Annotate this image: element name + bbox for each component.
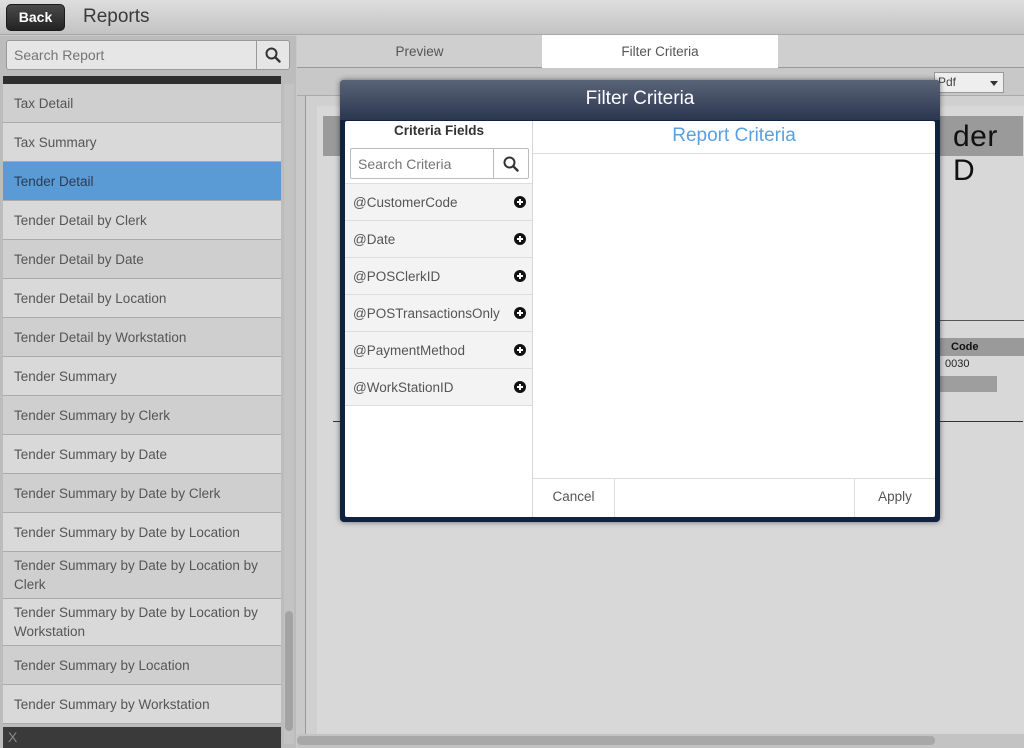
report-list: Tax Detail Tax Summary Tender Detail Tender… <box>3 76 281 728</box>
dialog-body: Criteria Fields @CustomerCode @Date @POSCl… <box>345 121 935 517</box>
report-list-item[interactable]: Tender Summary by Date by Location by Cl… <box>3 552 281 599</box>
report-criteria-heading: Report Criteria <box>533 121 935 154</box>
criteria-field-list: @CustomerCode @Date @POSClerkID @POSTransac… <box>345 183 532 406</box>
document-cell-value: 0030 <box>945 358 970 370</box>
report-list-item[interactable]: Tender Summary by Date by Location <box>3 513 281 552</box>
criteria-field-item[interactable]: @WorkStationID <box>345 369 532 406</box>
criteria-fields-heading: Criteria Fields <box>393 123 485 138</box>
tab-preview[interactable]: Preview <box>297 35 542 68</box>
search-icon <box>265 47 281 63</box>
document-divider <box>937 320 1024 321</box>
list-top-edge <box>3 76 281 84</box>
cancel-button[interactable]: Cancel <box>533 479 615 517</box>
criteria-field-item[interactable]: @PaymentMethod <box>345 332 532 369</box>
add-circle-icon[interactable] <box>514 196 526 208</box>
list-footer[interactable]: X <box>3 727 281 748</box>
criteria-search <box>350 148 529 179</box>
report-list-item[interactable]: Tender Summary by Clerk <box>3 396 281 435</box>
report-search-button[interactable] <box>256 41 289 69</box>
criteria-field-item[interactable]: @Date <box>345 221 532 258</box>
chevron-down-icon <box>990 81 998 86</box>
report-list-item[interactable]: Tender Detail by Clerk <box>3 201 281 240</box>
export-format-select[interactable]: Pdf <box>934 72 1004 93</box>
criteria-field-label: @POSClerkID <box>353 268 441 284</box>
criteria-search-button[interactable] <box>493 149 528 178</box>
criteria-field-label: @POSTransactionsOnly <box>353 305 500 321</box>
sidebar-scrollbar[interactable] <box>284 84 294 744</box>
report-list-item[interactable]: Tender Detail by Location <box>3 279 281 318</box>
top-bar: Back Reports <box>0 0 1024 35</box>
report-search-input[interactable] <box>7 41 257 69</box>
criteria-field-label: @PaymentMethod <box>353 342 466 358</box>
criteria-field-label: @WorkStationID <box>353 379 454 395</box>
report-list-item[interactable]: Tender Summary by Location <box>3 646 281 685</box>
document-total-bar <box>939 376 997 392</box>
report-list-item[interactable]: Tax Detail <box>3 84 281 123</box>
report-list-item[interactable]: Tender Summary by Date by Location by Wo… <box>3 599 281 646</box>
export-format-value: Pdf <box>938 75 957 89</box>
report-list-item[interactable]: Tender Summary <box>3 357 281 396</box>
criteria-field-item[interactable]: @POSTransactionsOnly <box>345 295 532 332</box>
criteria-search-input[interactable] <box>351 149 495 178</box>
criteria-field-label: @CustomerCode <box>353 194 458 210</box>
document-title: der D <box>953 120 998 187</box>
criteria-field-label: @Date <box>353 231 396 247</box>
search-icon <box>503 156 519 172</box>
tab-filter-criteria[interactable]: Filter Criteria <box>542 35 778 68</box>
report-list-item[interactable]: Tender Detail by Date <box>3 240 281 279</box>
add-circle-icon[interactable] <box>514 233 526 245</box>
page-title: Reports <box>83 6 150 27</box>
criteria-field-item[interactable]: @CustomerCode <box>345 184 532 221</box>
add-circle-icon[interactable] <box>514 270 526 282</box>
document-scrollbar-thumb[interactable] <box>297 736 935 745</box>
report-list-item[interactable]: Tender Summary by Date by Clerk <box>3 474 281 513</box>
report-list-item[interactable]: Tax Summary <box>3 123 281 162</box>
criteria-field-item[interactable]: @POSClerkID <box>345 258 532 295</box>
filter-criteria-dialog: Filter Criteria Criteria Fields @Custome… <box>340 80 940 522</box>
criteria-fields-panel: Criteria Fields @CustomerCode @Date @POSCl… <box>345 121 533 517</box>
report-tabs: Preview Filter Criteria <box>297 35 1024 68</box>
document-column-header: Code <box>937 338 1024 356</box>
report-list-item[interactable]: Tender Detail <box>3 162 281 201</box>
document-horizontal-scrollbar[interactable] <box>297 734 1024 748</box>
sidebar: Tax DetailTax SummaryTender DetailTender… <box>0 36 296 748</box>
add-circle-icon[interactable] <box>514 381 526 393</box>
report-criteria-panel: Report Criteria Cancel Apply <box>533 121 935 517</box>
apply-button[interactable]: Apply <box>854 479 935 517</box>
add-circle-icon[interactable] <box>514 307 526 319</box>
report-search <box>6 40 290 70</box>
dialog-title: Filter Criteria <box>340 80 940 120</box>
sidebar-scrollbar-thumb[interactable] <box>285 611 293 731</box>
back-button[interactable]: Back <box>6 4 65 31</box>
report-list-item[interactable]: Tender Summary by Date <box>3 435 281 474</box>
report-list-item[interactable]: Tender Summary by Workstation <box>3 685 281 724</box>
add-circle-icon[interactable] <box>514 344 526 356</box>
dialog-footer: Cancel Apply <box>533 478 935 517</box>
report-list-item[interactable]: Tender Detail by Workstation <box>3 318 281 357</box>
